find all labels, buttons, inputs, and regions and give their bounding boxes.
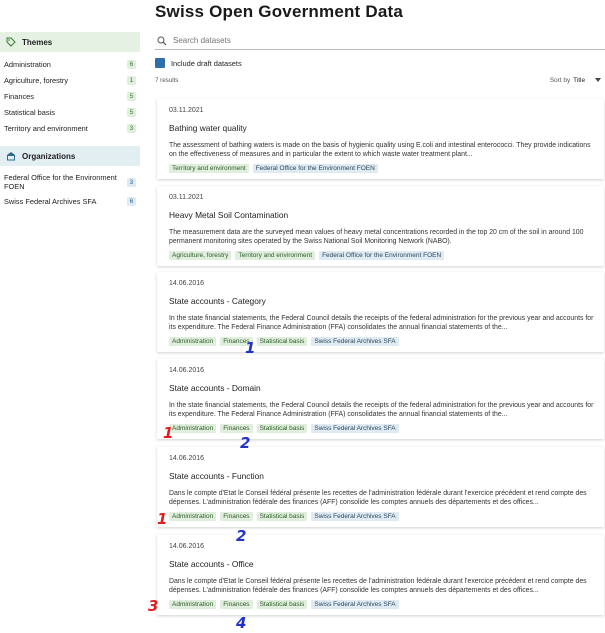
- dataset-tags: Administration Finances Statistical basis S…: [169, 336, 594, 346]
- organizations-list: Federal Office for the Environment FOEN 3…: [0, 170, 140, 209]
- building-icon: [6, 151, 16, 161]
- dataset-card[interactable]: 03.11.2021 Bathing water quality The ass…: [157, 99, 604, 179]
- sidebar-theme-count: 6: [127, 59, 136, 69]
- handwritten-annotation: 1: [245, 339, 256, 357]
- dataset-title[interactable]: Heavy Metal Soil Contamination: [169, 210, 594, 222]
- handwritten-annotation: 1: [157, 510, 168, 528]
- sidebar-org-item[interactable]: Federal Office for the Environment FOEN 3: [0, 170, 140, 194]
- dataset-title[interactable]: Bathing water quality: [169, 123, 594, 135]
- dataset-description: Dans le compte d'Etat le Conseil fédéral…: [169, 490, 587, 506]
- dataset-tags: Agriculture, forestry Territory and envir…: [169, 250, 594, 260]
- sidebar-theme-label: Administration: [4, 59, 51, 69]
- organization-tag[interactable]: Swiss Federal Archives SFA: [311, 423, 399, 433]
- theme-tag[interactable]: Statistical basis: [256, 423, 308, 433]
- dataset-list: 03.11.2021 Bathing water quality The ass…: [157, 0, 604, 633]
- tag-icon: [6, 37, 16, 47]
- organizations-heading: Organizations: [0, 146, 140, 166]
- sidebar-org-item[interactable]: Swiss Federal Archives SFA 6: [0, 194, 140, 209]
- sidebar-org-label: Swiss Federal Archives SFA: [4, 197, 97, 206]
- sidebar-org-label: Federal Office for the Environment FOEN: [4, 173, 117, 191]
- organization-tag[interactable]: Federal Office for the Environment FOEN: [319, 250, 445, 260]
- dataset-card[interactable]: 14.06.2016 State accounts - Category In …: [157, 272, 604, 352]
- dataset-date: 03.11.2021: [169, 107, 204, 114]
- dataset-title[interactable]: State accounts - Category: [169, 296, 594, 308]
- organizations-heading-label: Organizations: [22, 151, 76, 161]
- sidebar: Themes Administration 6 Agriculture, fores…: [0, 0, 140, 209]
- organization-tag[interactable]: Swiss Federal Archives SFA: [311, 599, 399, 609]
- dataset-date: 14.06.2016: [169, 367, 205, 374]
- theme-tag[interactable]: Agriculture, forestry: [169, 250, 232, 260]
- sidebar-org-count: 6: [127, 197, 136, 206]
- themes-list: Administration 6 Agriculture, forestry 1 Fin…: [0, 56, 140, 136]
- sidebar-theme-count: 3: [127, 123, 136, 133]
- dataset-date: 14.06.2016: [169, 543, 205, 550]
- handwritten-annotation: 3: [148, 597, 159, 615]
- dataset-title[interactable]: State accounts - Function: [169, 471, 594, 483]
- theme-tag[interactable]: Statistical basis: [256, 599, 308, 609]
- handwritten-annotation: 2: [240, 434, 251, 452]
- theme-tag[interactable]: Territory and environment: [169, 163, 249, 173]
- dataset-description: The assessment of bathing waters is made…: [169, 142, 591, 158]
- theme-tag[interactable]: Administration: [169, 336, 217, 346]
- dataset-date: 14.06.2016: [169, 280, 205, 287]
- dataset-title[interactable]: State accounts - Domain: [169, 383, 594, 395]
- theme-tag[interactable]: Finances: [220, 511, 253, 521]
- sidebar-theme-item[interactable]: Administration 6: [0, 56, 140, 72]
- dataset-tags: Administration Finances Statistical basis S…: [169, 511, 594, 521]
- organization-tag[interactable]: Federal Office for the Environment FOEN: [252, 163, 378, 173]
- dataset-description: Dans le compte d'Etat le Conseil fédéral…: [169, 578, 587, 594]
- sidebar-theme-item[interactable]: Agriculture, forestry 1: [0, 72, 140, 88]
- dataset-card[interactable]: 14.06.2016 State accounts - Office Dans …: [157, 535, 604, 615]
- theme-tag[interactable]: Finances: [220, 599, 253, 609]
- sidebar-theme-item[interactable]: Statistical basis 5: [0, 104, 140, 120]
- handwritten-annotation: 1: [163, 424, 174, 442]
- dataset-tags: Administration Finances Statistical basis S…: [169, 423, 594, 433]
- theme-tag[interactable]: Administration: [169, 423, 217, 433]
- themes-heading: Themes: [0, 32, 140, 52]
- sidebar-theme-item[interactable]: Finances 5: [0, 88, 140, 104]
- dataset-tags: Administration Finances Statistical basis S…: [169, 599, 594, 609]
- theme-tag[interactable]: Territory and environment: [235, 250, 316, 260]
- sidebar-theme-count: 5: [127, 107, 136, 117]
- sidebar-org-count: 3: [127, 177, 136, 187]
- dataset-card[interactable]: 03.11.2021 Heavy Metal Soil Contaminatio…: [157, 186, 604, 266]
- dataset-date: 14.06.2016: [169, 455, 205, 462]
- sidebar-theme-count: 1: [127, 75, 136, 85]
- themes-heading-label: Themes: [22, 37, 53, 47]
- sidebar-theme-count: 5: [127, 91, 136, 101]
- dataset-tags: Territory and environment Federal Office …: [169, 163, 594, 173]
- handwritten-annotation: 4: [236, 614, 247, 632]
- dataset-date: 03.11.2021: [169, 194, 204, 201]
- organization-tag[interactable]: Swiss Federal Archives SFA: [311, 511, 399, 521]
- sidebar-theme-label: Agriculture, forestry: [4, 75, 69, 85]
- organization-tag[interactable]: Swiss Federal Archives SFA: [311, 336, 399, 346]
- dataset-description: In the state financial statements, the F…: [169, 315, 594, 331]
- sidebar-theme-label: Territory and environment: [4, 123, 88, 133]
- theme-tag[interactable]: Finances: [220, 423, 253, 433]
- handwritten-annotation: 2: [236, 527, 247, 545]
- dataset-card[interactable]: 14.06.2016 State accounts - Domain In th…: [157, 359, 604, 439]
- theme-tag[interactable]: Administration: [169, 599, 217, 609]
- sidebar-theme-label: Statistical basis: [4, 107, 55, 117]
- sidebar-theme-item[interactable]: Territory and environment 3: [0, 120, 140, 136]
- dataset-card[interactable]: 14.06.2016 State accounts - Function Dan…: [157, 447, 604, 527]
- theme-tag[interactable]: Administration: [169, 511, 217, 521]
- dataset-title[interactable]: State accounts - Office: [169, 559, 594, 571]
- sidebar-theme-label: Finances: [4, 91, 34, 101]
- theme-tag[interactable]: Statistical basis: [256, 511, 308, 521]
- dataset-description: The measurement data are the surveyed me…: [169, 229, 584, 245]
- theme-tag[interactable]: Statistical basis: [256, 336, 308, 346]
- dataset-description: In the state financial statements, the F…: [169, 402, 594, 418]
